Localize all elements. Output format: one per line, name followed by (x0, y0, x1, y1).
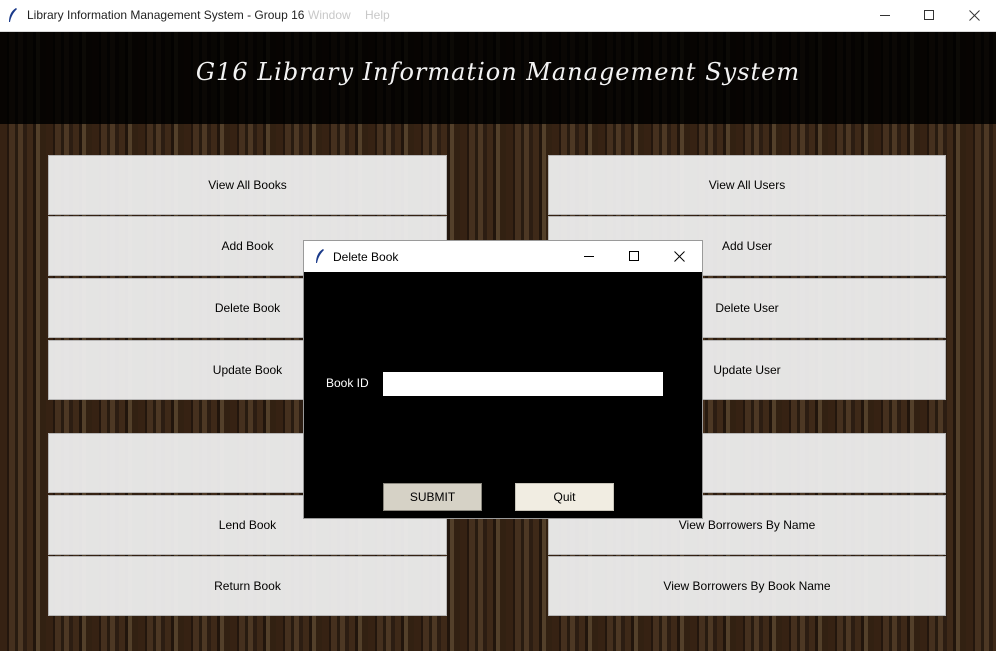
minimize-icon (879, 15, 890, 16)
ghost-menu-help: Help (365, 8, 390, 22)
view-all-users-button[interactable]: View All Users (548, 155, 946, 215)
dialog-title: Delete Book (333, 250, 399, 264)
return-book-button[interactable]: Return Book (48, 556, 447, 616)
minimize-icon (584, 256, 594, 257)
maximize-button[interactable] (906, 0, 952, 31)
book-id-input[interactable] (383, 372, 663, 396)
close-icon (968, 10, 980, 21)
close-icon (674, 251, 685, 262)
app-banner-title: G16 Library Information Management Syste… (195, 58, 801, 86)
view-all-books-button[interactable]: View All Books (48, 155, 447, 215)
close-button[interactable] (951, 0, 996, 31)
submit-button[interactable]: SUBMIT (383, 483, 482, 511)
feather-icon (316, 249, 324, 263)
dialog-close-button[interactable] (657, 241, 702, 272)
view-borrowers-by-book-name-button[interactable]: View Borrowers By Book Name (548, 556, 946, 616)
dialog-maximize-button[interactable] (612, 241, 657, 272)
dialog-titlebar: Delete Book (304, 241, 702, 272)
maximize-icon (923, 10, 934, 20)
delete-book-dialog: Delete Book Book ID SUBMIT Quit (303, 240, 703, 519)
window-title: Library Information Management System - … (27, 8, 305, 22)
minimize-button[interactable] (862, 0, 908, 31)
feather-icon (9, 8, 17, 22)
ghost-menu-window: Window (308, 8, 351, 22)
quit-button[interactable]: Quit (515, 483, 614, 511)
book-id-label: Book ID (326, 376, 369, 390)
dialog-minimize-button[interactable] (567, 241, 612, 272)
main-titlebar: Library Information Management System - … (0, 0, 996, 32)
maximize-icon (629, 251, 639, 261)
